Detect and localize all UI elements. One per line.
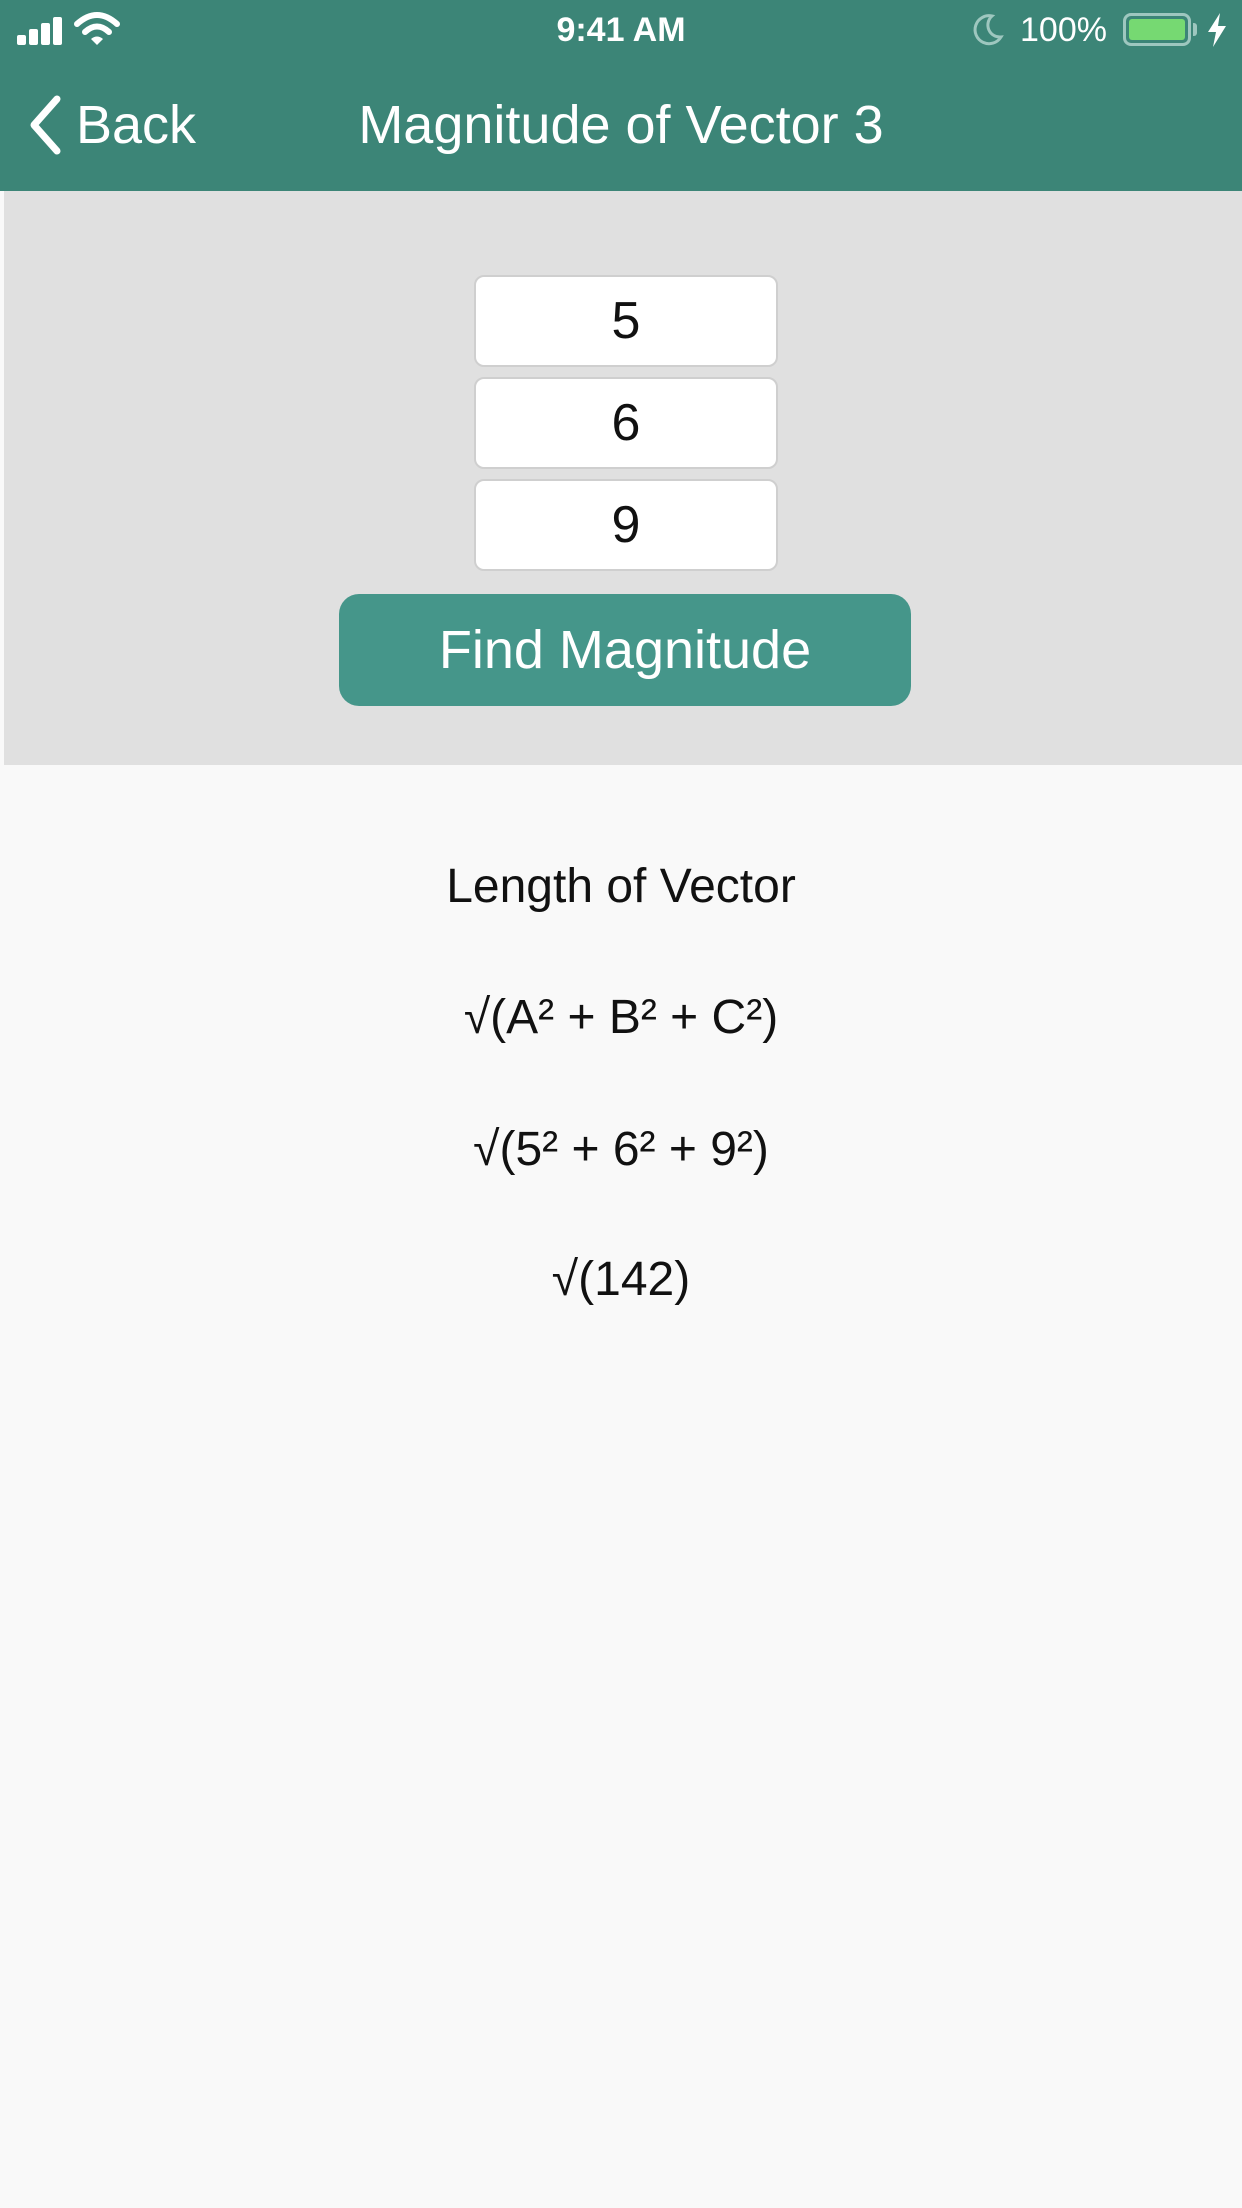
page-title: Magnitude of Vector 3 (358, 95, 884, 155)
battery-icon (1123, 13, 1191, 46)
battery-level (1129, 19, 1185, 40)
moon-icon (973, 14, 1004, 46)
result-title: Length of Vector (446, 860, 796, 913)
battery-percentage: 100% (1020, 11, 1107, 49)
navigation-bar: Back Magnitude of Vector 3 (0, 60, 1242, 191)
component-c-input[interactable] (474, 479, 778, 571)
battery-tip (1193, 23, 1197, 36)
charging-bolt-icon (1208, 13, 1226, 47)
substituted-formula: √(5² + 6² + 9²) (473, 1123, 769, 1176)
sum-result: √(142) (551, 1253, 691, 1306)
find-magnitude-button[interactable]: Find Magnitude (339, 594, 911, 706)
magnitude-formula: √(A² + B² + C²) (463, 991, 779, 1044)
app-header: 9:41 AM 100% Back Magnitude of Vector 3 (0, 0, 1242, 191)
vector-input-panel: Find Magnitude (4, 191, 1242, 765)
component-a-input[interactable] (474, 275, 778, 367)
status-bar: 9:41 AM 100% (0, 0, 1242, 60)
component-b-input[interactable] (474, 377, 778, 469)
